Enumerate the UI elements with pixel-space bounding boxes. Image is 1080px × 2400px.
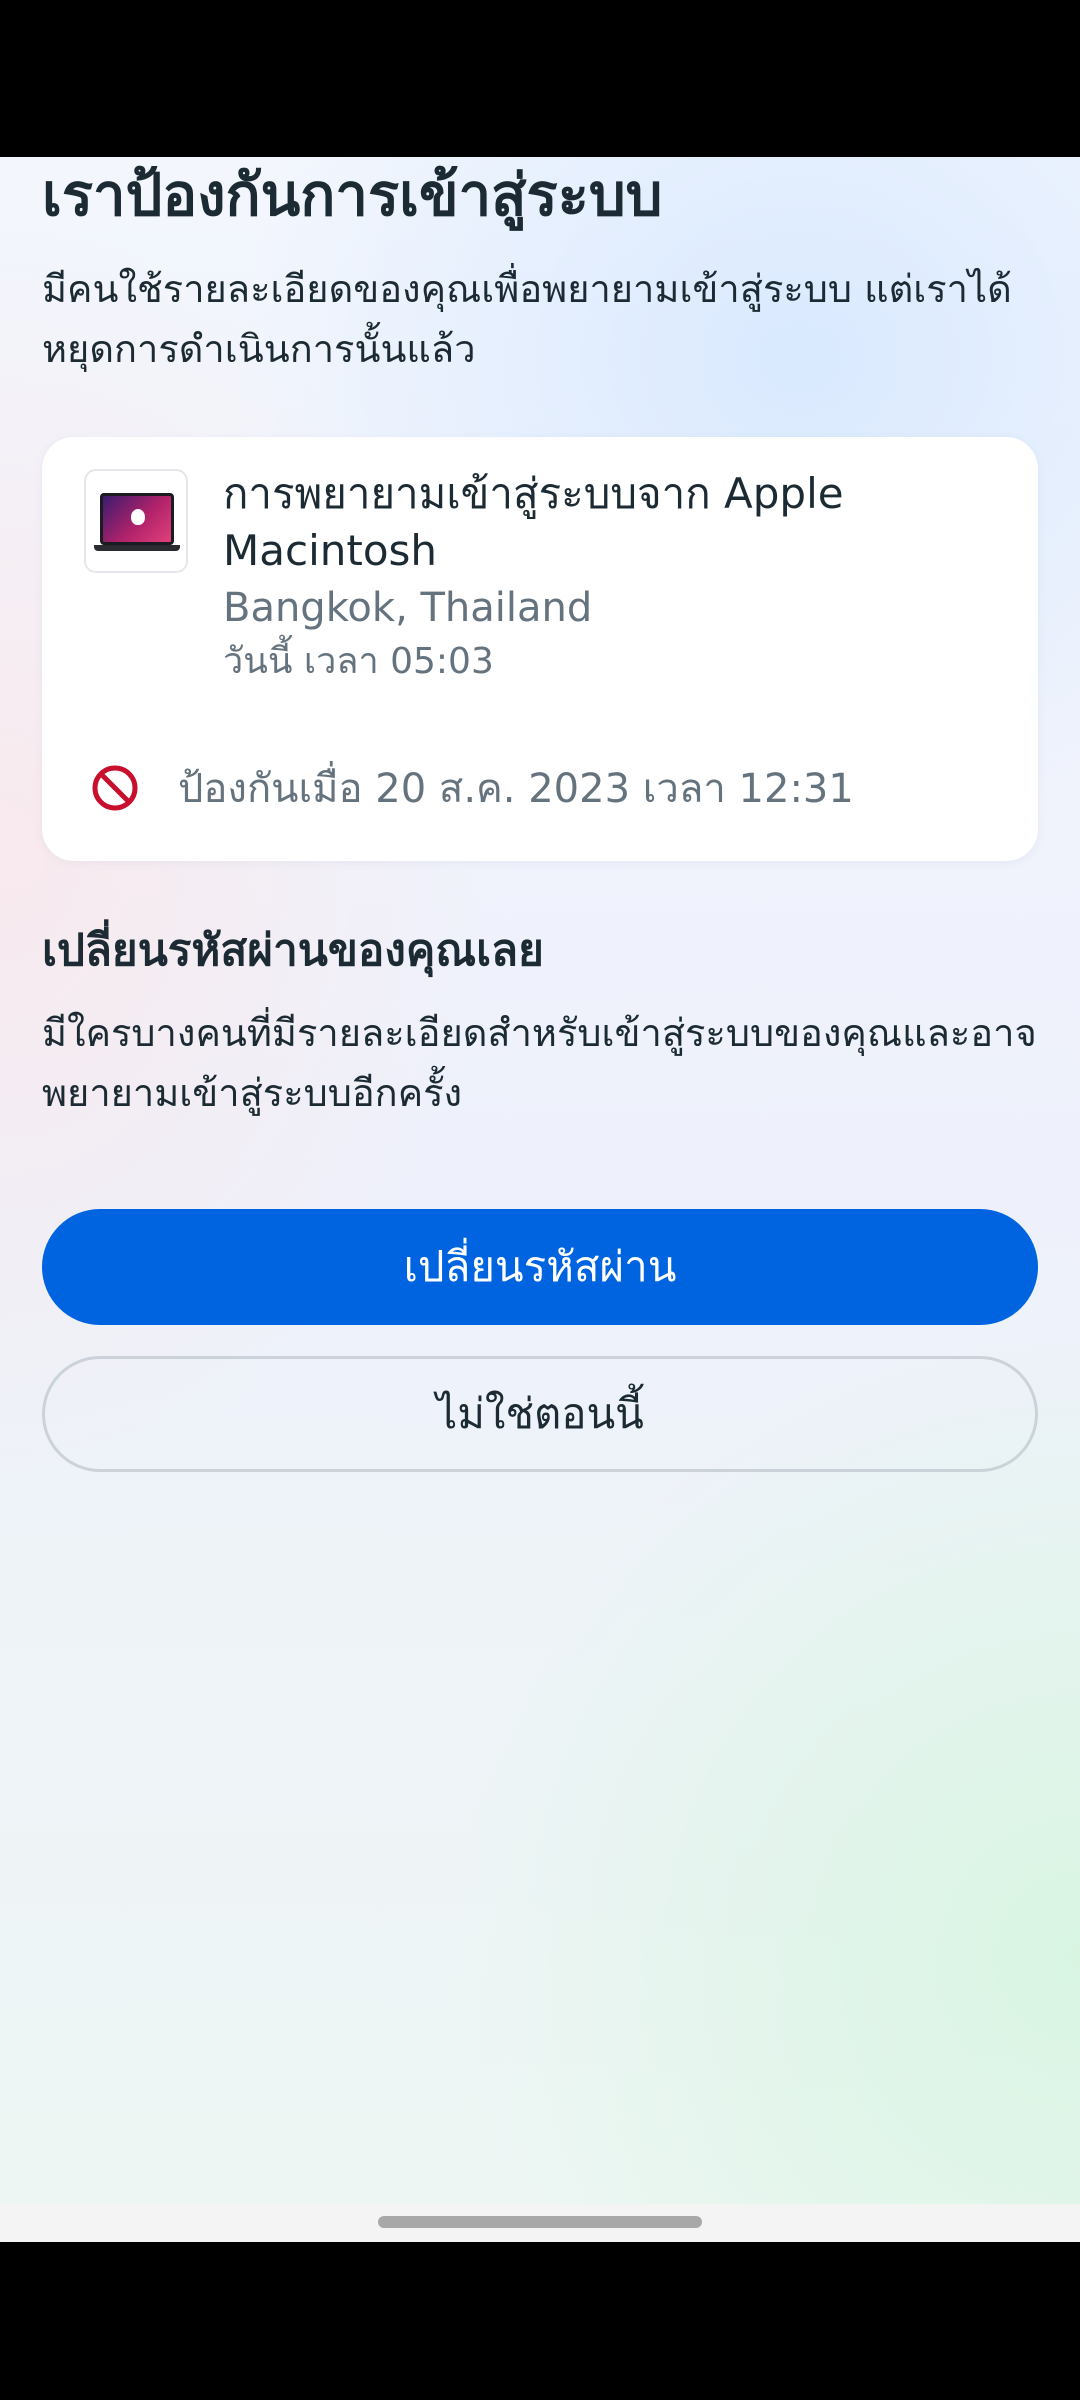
login-attempt-title: การพยายามเข้าสู่ระบบจาก Apple Macintosh [223,469,844,575]
change-password-heading: เปลี่ยนรหัสผ่านของคุณเลย [42,925,544,976]
gesture-handle[interactable] [378,2216,702,2228]
not-now-button[interactable]: ไม่ใช่ตอนนี้ [42,1356,1038,1472]
laptop-base-graphic [94,545,180,551]
login-attempt-card: การพยายามเข้าสู่ระบบจาก Apple Macintosh … [42,437,1038,861]
page-title: เราป้องกันการเข้าสู่ระบบ [42,161,663,229]
login-attempt-time: วันนี้ เวลา 05:03 [223,641,494,682]
login-protection-screen: เราป้องกันการเข้าสู่ระบบ มีคนใช้รายละเอี… [0,157,1080,2204]
blocked-status-text: ป้องกันเมื่อ 20 ส.ค. 2023 เวลา 12:31 [178,766,854,812]
change-password-button[interactable]: เปลี่ยนรหัสผ่าน [42,1209,1038,1325]
blocked-icon [92,765,138,811]
status-bar-area [0,0,1080,157]
navigation-bar [0,2204,1080,2242]
change-password-description: มีใครบางคนที่มีรายละเอียดสำหรับเข้าสู่ระ… [42,1011,1037,1115]
macbook-icon [84,469,188,573]
bottom-bezel [0,2242,1080,2400]
login-attempt-location: Bangkok, Thailand [223,585,593,631]
laptop-screen-graphic [100,493,174,545]
page-description: มีคนใช้รายละเอียดของคุณเพื่อพยายามเข้าสู… [42,267,1012,371]
